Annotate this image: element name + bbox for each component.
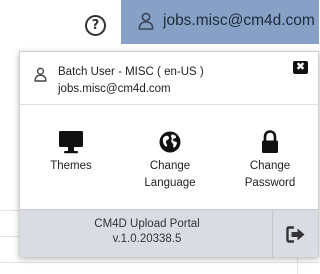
grid-line xyxy=(297,257,298,274)
themes-button[interactable]: Themes xyxy=(26,130,116,175)
help-button[interactable]: ? xyxy=(85,15,106,36)
themes-label: Themes xyxy=(50,160,92,172)
question-circle-icon: ? xyxy=(91,18,100,33)
user-email: jobs.misc@cm4d.com xyxy=(58,83,171,95)
user-icon xyxy=(138,12,154,30)
logout-icon xyxy=(285,225,304,243)
header-divider xyxy=(20,104,318,105)
grid-line xyxy=(0,210,19,211)
change-password-label: Change Password xyxy=(244,160,296,189)
change-language-label: Change Language xyxy=(144,160,196,189)
close-icon: ✖ xyxy=(295,61,306,73)
portal-info: CM4D Upload Portal v.1.0.20338.5 xyxy=(20,210,274,258)
user-email-label: jobs.misc@cm4d.com xyxy=(163,12,315,29)
user-display-name: Batch User - MISC ( en-US ) xyxy=(58,66,204,78)
panel-footer: CM4D Upload Portal v.1.0.20338.5 xyxy=(20,209,318,258)
logout-button[interactable] xyxy=(272,210,318,258)
monitor-icon xyxy=(59,131,83,154)
change-password-button[interactable]: Change Password xyxy=(225,130,315,192)
user-info-header: Batch User - MISC ( en-US ) jobs.misc@cm… xyxy=(20,52,318,104)
lock-icon xyxy=(262,130,278,153)
close-button[interactable]: ✖ xyxy=(293,61,308,74)
user-dropdown-panel: Batch User - MISC ( en-US ) jobs.misc@cm… xyxy=(19,51,319,258)
user-menu-button[interactable]: jobs.misc@cm4d.com xyxy=(121,0,319,44)
change-language-button[interactable]: Change Language xyxy=(125,130,215,192)
user-icon xyxy=(34,67,47,82)
grid-line xyxy=(0,262,319,263)
portal-name: CM4D Upload Portal xyxy=(94,218,200,230)
globe-icon xyxy=(159,131,181,153)
portal-version: v.1.0.20338.5 xyxy=(112,233,182,245)
